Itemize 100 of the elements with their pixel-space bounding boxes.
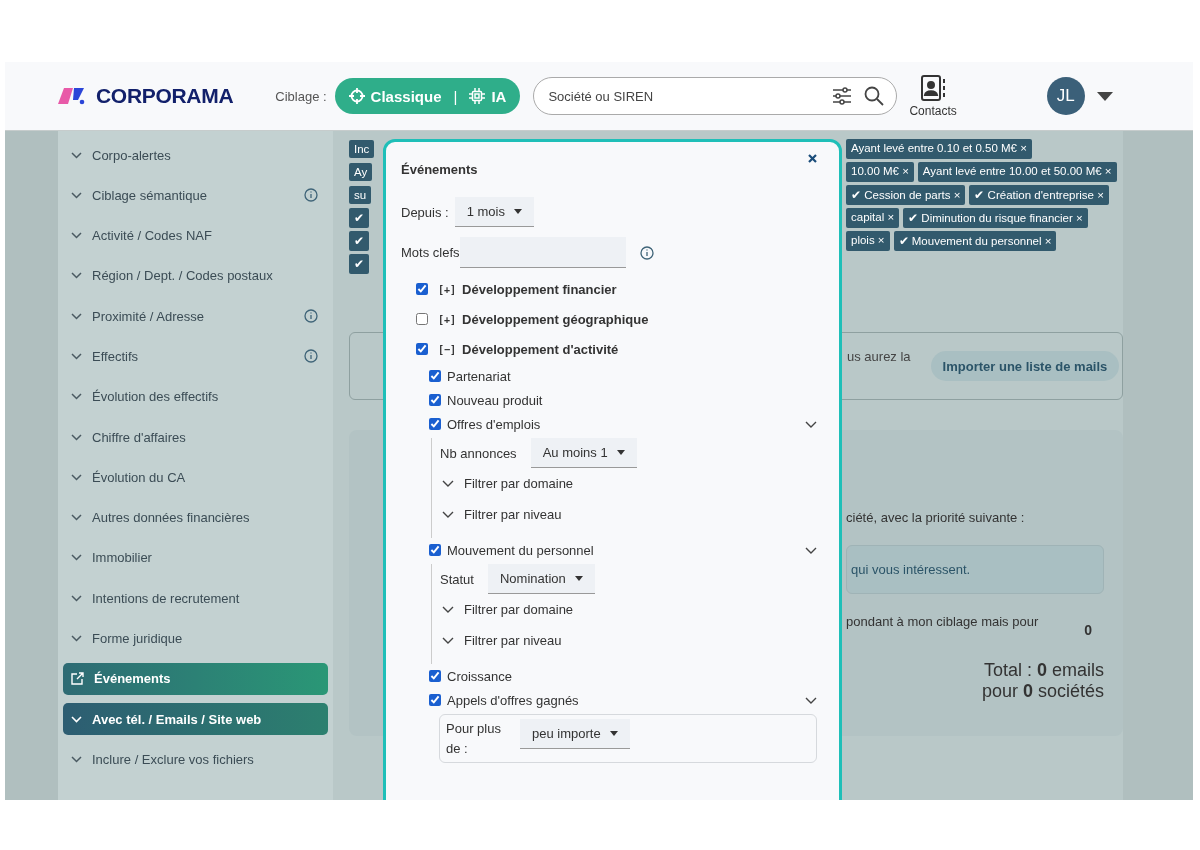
- category-checkbox[interactable]: [416, 343, 428, 355]
- event-label[interactable]: Nouveau produit: [447, 392, 543, 408]
- category-checkbox[interactable]: [416, 283, 428, 295]
- subfilter-toggle[interactable]: Filtrer par niveau: [440, 625, 817, 656]
- sidebar-item[interactable]: Corpo-alertes: [63, 139, 328, 171]
- filter-tag[interactable]: Ay: [349, 163, 373, 181]
- expand-toggle[interactable]: [+]: [438, 313, 457, 325]
- event-label[interactable]: Offres d'emplois: [447, 416, 541, 432]
- subfilter-toggle[interactable]: Filtrer par domaine: [440, 594, 817, 625]
- sidebar-item[interactable]: Évolution des effectifs: [63, 380, 328, 413]
- chevron-down-icon: [71, 755, 82, 763]
- contact-book-icon[interactable]: [920, 74, 947, 101]
- expand-toggle[interactable]: [+]: [438, 283, 457, 295]
- user-avatar[interactable]: JL: [1046, 77, 1085, 115]
- chevron-down-icon: [71, 635, 82, 643]
- filter-tag[interactable]: 10.00 M€ ×: [846, 162, 914, 182]
- event-checkbox[interactable]: [429, 694, 441, 706]
- chevron-down-icon: [442, 606, 454, 613]
- sidebar-item[interactable]: Effectifs: [63, 340, 328, 373]
- contacts-label[interactable]: Contacts: [909, 103, 957, 118]
- caret-icon[interactable]: [1096, 91, 1113, 101]
- chevron-down-icon: [442, 637, 454, 644]
- info-icon[interactable]: [304, 188, 318, 203]
- filter-tag[interactable]: ✔ Mouvement du personnel ×: [893, 231, 1057, 251]
- filter-select[interactable]: Au moins 1: [530, 438, 637, 468]
- chevron-down-icon: [71, 312, 82, 320]
- external-link-icon: [71, 672, 84, 686]
- chevron-down-icon: [71, 191, 82, 199]
- event-label[interactable]: Croissance: [447, 668, 513, 684]
- modal-title: Événements: [401, 162, 478, 177]
- info-banner: qui vous intéressent.: [846, 545, 1104, 594]
- event-checkbox[interactable]: [429, 544, 441, 556]
- chevron-down-icon[interactable]: [805, 546, 817, 554]
- sidebar-item[interactable]: Proximité / Adresse: [63, 300, 328, 333]
- sidebar-item[interactable]: Avec tél. / Emails / Site web: [63, 703, 328, 736]
- event-checkbox[interactable]: [429, 418, 441, 430]
- expand-toggle[interactable]: [−]: [438, 343, 457, 355]
- sidebar-item[interactable]: Forme juridique: [63, 622, 328, 655]
- info-icon[interactable]: [304, 309, 318, 324]
- chevron-down-icon: [71, 272, 82, 280]
- filter-tag[interactable]: capital ×: [846, 208, 900, 228]
- filter-sliders-icon[interactable]: [832, 87, 853, 105]
- filter-select[interactable]: Nomination: [487, 564, 595, 594]
- option-text: pondant à mon ciblage mais pour: [846, 614, 1039, 631]
- search-icon[interactable]: [864, 86, 885, 106]
- filter-tag[interactable]: ✔: [349, 231, 369, 251]
- crosshair-icon: [348, 88, 365, 104]
- chevron-down-icon: [442, 480, 454, 487]
- close-icon[interactable]: [808, 154, 817, 163]
- filter-tag[interactable]: ✔ Diminution du risque financier ×: [903, 208, 1088, 228]
- filter-tag[interactable]: ✔: [349, 208, 369, 228]
- amount-label: Pour plus de :: [446, 720, 502, 758]
- event-checkbox[interactable]: [429, 394, 441, 406]
- search-input[interactable]: Société ou SIREN: [546, 87, 821, 105]
- filter-label: Statut: [440, 571, 474, 587]
- filter-tag[interactable]: ✔ Cession de parts ×: [846, 185, 966, 205]
- event-label[interactable]: Appels d'offres gagnés: [447, 692, 579, 708]
- sidebar-item[interactable]: Autres données financières: [63, 501, 328, 534]
- sidebar-item[interactable]: Évolution du CA: [63, 461, 328, 494]
- logo-wordmark[interactable]: CORPORAMA: [96, 84, 234, 108]
- info-icon[interactable]: [304, 349, 318, 364]
- sidebar-item[interactable]: Immobilier: [63, 541, 328, 574]
- amount-select[interactable]: peu importe: [520, 719, 630, 749]
- event-label[interactable]: Partenariat: [447, 368, 511, 384]
- filter-tag[interactable]: plois ×: [846, 231, 890, 251]
- event-checkbox[interactable]: [429, 370, 441, 382]
- filter-tag[interactable]: Ayant levé entre 10.00 et 50.00 M€ ×: [917, 162, 1117, 182]
- chevron-down-icon: [71, 433, 82, 441]
- category-label[interactable]: Développement d'activité: [462, 341, 619, 357]
- category-label[interactable]: Développement financier: [462, 281, 617, 297]
- chevron-down-icon[interactable]: [805, 420, 817, 428]
- filter-tag[interactable]: Ayant levé entre 0.10 et 0.50 M€ ×: [846, 139, 1032, 159]
- sidebar-item[interactable]: Ciblage sémantique: [63, 179, 328, 212]
- filter-tag[interactable]: ✔: [349, 254, 369, 274]
- sidebar-item[interactable]: Inclure / Exclure vos fichiers: [63, 743, 328, 776]
- since-select[interactable]: 1 mois: [454, 197, 534, 227]
- filter-tag[interactable]: su: [349, 186, 372, 204]
- chevron-down-icon: [71, 715, 82, 723]
- import-description: us aurez la: [847, 349, 911, 364]
- event-label[interactable]: Mouvement du personnel: [447, 542, 594, 558]
- sidebar-item[interactable]: Région / Dept. / Codes postaux: [63, 259, 328, 292]
- import-mail-list-button[interactable]: Importer une liste de mails: [930, 351, 1120, 381]
- filter-tag[interactable]: ✔ Création d'entreprise ×: [969, 185, 1109, 205]
- chip-icon: [469, 88, 486, 104]
- subfilter-toggle[interactable]: Filtrer par domaine: [440, 468, 817, 499]
- event-checkbox[interactable]: [429, 670, 441, 682]
- chevron-down-icon[interactable]: [805, 696, 817, 704]
- sidebar-item[interactable]: Activité / Codes NAF: [63, 219, 328, 252]
- total-emails: Total : 0 emails: [982, 660, 1104, 681]
- search-field[interactable]: Société ou SIREN: [533, 77, 898, 115]
- chevron-down-icon: [71, 594, 82, 602]
- category-label[interactable]: Développement géographique: [462, 311, 649, 327]
- subfilter-toggle[interactable]: Filtrer par niveau: [440, 499, 817, 530]
- sidebar-item[interactable]: Intentions de recrutement: [63, 582, 328, 615]
- sidebar-item[interactable]: Événements: [63, 662, 328, 695]
- filter-tag[interactable]: Inc: [349, 140, 375, 158]
- category-checkbox[interactable]: [416, 313, 428, 325]
- info-icon[interactable]: [639, 245, 654, 260]
- sidebar-item[interactable]: Chiffre d'affaires: [63, 421, 328, 454]
- keywords-field[interactable]: [459, 237, 626, 268]
